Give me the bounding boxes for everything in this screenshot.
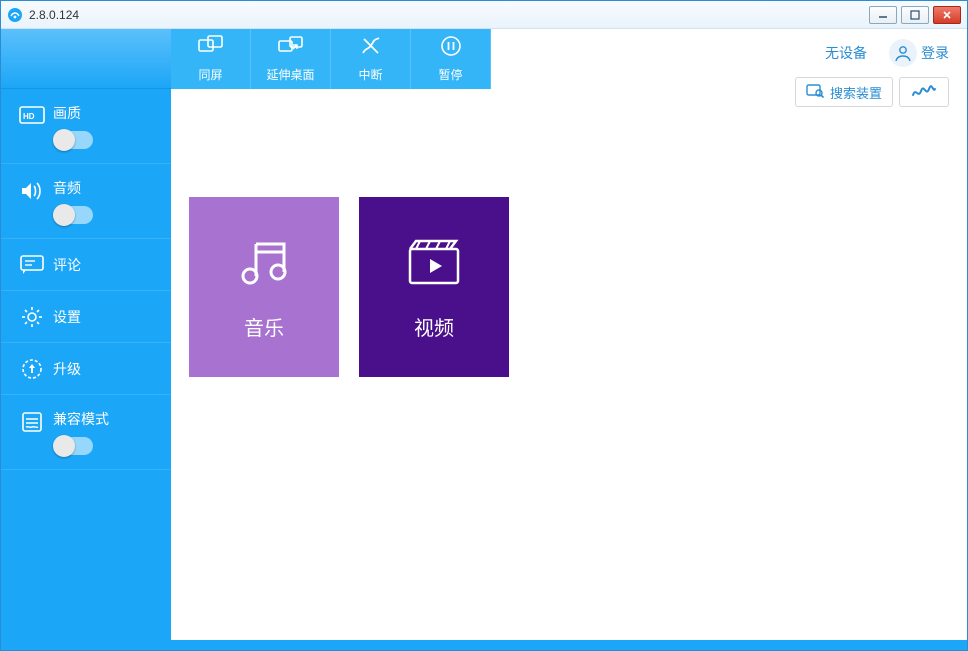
toggle-knob [53, 435, 75, 457]
login-label: 登录 [921, 43, 949, 63]
mirror-label: 同屏 [198, 66, 222, 83]
search-device-label: 搜索装置 [830, 83, 882, 102]
maximize-button[interactable] [901, 6, 929, 24]
pause-button[interactable]: 暂停 [411, 29, 491, 89]
logo-area [1, 29, 171, 89]
gear-icon [19, 304, 45, 330]
sidebar-label-quality: 画质 [53, 103, 93, 123]
compat-toggle[interactable] [53, 437, 93, 455]
tiles-area: 音乐 视频 [171, 89, 967, 377]
sidebar-label-settings: 设置 [53, 307, 81, 327]
sidebar-item-upgrade[interactable]: 升级 [1, 343, 171, 395]
quality-toggle[interactable] [53, 131, 93, 149]
wave-icon [911, 83, 937, 102]
sidebar-item-comment[interactable]: 评论 [1, 239, 171, 291]
sidebar-item-quality[interactable]: HD 画质 [1, 89, 171, 164]
search-device-icon [806, 83, 824, 102]
speaker-icon [19, 178, 45, 204]
video-tile[interactable]: 视频 [359, 197, 509, 377]
top-right-controls: 无设备 登录 搜索装置 [795, 39, 949, 107]
window-controls [869, 6, 961, 24]
window-title: 2.8.0.124 [29, 8, 869, 22]
sidebar-label-compat: 兼容模式 [53, 409, 109, 429]
audio-toggle[interactable] [53, 206, 93, 224]
extend-icon [278, 35, 304, 62]
toggle-knob [53, 129, 75, 151]
mirror-button[interactable]: 同屏 [171, 29, 251, 89]
sidebar-item-compat[interactable]: 兼容模式 [1, 395, 171, 470]
interrupt-button[interactable]: 中断 [331, 29, 411, 89]
compat-icon [19, 409, 45, 435]
interrupt-icon [360, 35, 382, 62]
no-device-label: 无设备 [825, 43, 867, 63]
close-button[interactable] [933, 6, 961, 24]
sidebar-label-comment: 评论 [53, 255, 81, 275]
extend-label: 延伸桌面 [266, 66, 314, 83]
sidebar-item-settings[interactable]: 设置 [1, 291, 171, 343]
main-area: 同屏 延伸桌面 中断 暂停 无设备 [171, 29, 967, 640]
hd-icon: HD [19, 103, 45, 129]
toggle-knob [53, 204, 75, 226]
app-window: 2.8.0.124 HD 画质 [0, 0, 968, 651]
mirror-icon [198, 35, 224, 62]
music-label: 音乐 [244, 312, 284, 341]
user-icon [889, 39, 917, 67]
app-icon [7, 7, 23, 23]
interrupt-label: 中断 [358, 66, 382, 83]
upgrade-icon [19, 356, 45, 382]
extend-button[interactable]: 延伸桌面 [251, 29, 331, 89]
sidebar-label-audio: 音频 [53, 178, 93, 198]
pause-icon [440, 35, 462, 62]
video-label: 视频 [414, 312, 454, 341]
music-tile[interactable]: 音乐 [189, 197, 339, 377]
video-icon [404, 234, 464, 290]
search-device-button[interactable]: 搜索装置 [795, 77, 893, 107]
app-body: HD 画质 音频 [1, 29, 967, 640]
titlebar: 2.8.0.124 [1, 1, 967, 29]
wave-button[interactable] [899, 77, 949, 107]
comment-icon [19, 252, 45, 278]
pause-label: 暂停 [438, 66, 462, 83]
sidebar: HD 画质 音频 [1, 29, 171, 640]
minimize-button[interactable] [869, 6, 897, 24]
sidebar-item-audio[interactable]: 音频 [1, 164, 171, 239]
login-button[interactable]: 登录 [889, 39, 949, 67]
music-icon [234, 234, 294, 290]
svg-text:HD: HD [23, 112, 35, 121]
sidebar-label-upgrade: 升级 [53, 359, 81, 379]
footer-bar [1, 640, 967, 650]
